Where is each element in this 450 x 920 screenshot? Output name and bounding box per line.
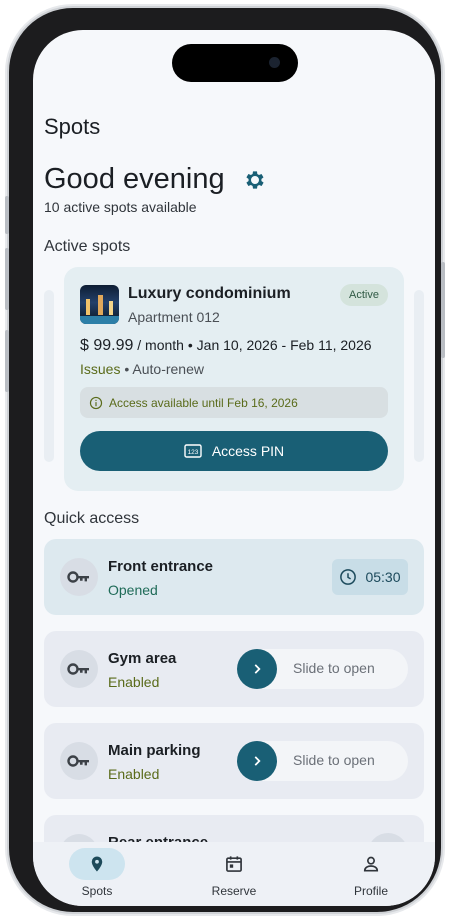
access-status: Enabled (108, 674, 160, 690)
greeting-row: Good evening (44, 163, 267, 196)
key-icon (60, 650, 98, 688)
side-button (5, 330, 9, 392)
spot-flags: Issues • Auto-renew (80, 361, 204, 377)
spot-unit: Apartment 012 (128, 309, 220, 325)
access-name: Front entrance (108, 558, 214, 575)
issues-link[interactable]: Issues (80, 361, 120, 377)
slide-to-open[interactable]: Slide to open (237, 741, 408, 781)
spot-name: Luxury condominium (128, 285, 291, 302)
dynamic-island (172, 44, 298, 82)
volume-up-button (5, 196, 9, 234)
quick-access-gym-area[interactable]: Gym area Enabled Slide to open (44, 631, 424, 707)
access-status: Enabled (108, 766, 160, 782)
greeting-text: Good evening (44, 163, 225, 195)
slide-to-open[interactable]: Slide to open (237, 649, 408, 689)
main-content: Spots Good evening 10 active spots avail… (33, 30, 435, 842)
page-title: Spots (44, 114, 101, 139)
slider-handle[interactable] (237, 741, 277, 781)
access-name: Main parking (108, 742, 201, 759)
chevron-right-icon (254, 664, 261, 674)
info-icon (89, 396, 103, 409)
key-icon (60, 834, 98, 842)
countdown-timer: 05:30 (332, 559, 408, 595)
action-button[interactable] (368, 833, 408, 842)
auto-renew-label: Auto-renew (132, 361, 204, 377)
nav-reserve[interactable]: Reserve (182, 842, 292, 906)
calendar-icon (206, 848, 262, 880)
active-count: 10 active spots available (44, 199, 197, 215)
quick-access-main-parking[interactable]: Main parking Enabled Slide to open (44, 723, 424, 799)
phone-frame: Spots Good evening 10 active spots avail… (9, 8, 441, 912)
pin-pad-icon: 123 (184, 444, 202, 458)
quick-access-front-entrance[interactable]: Front entrance Opened 05:30 (44, 539, 424, 615)
notice-text: Access available until Feb 16, 2026 (109, 395, 298, 410)
access-pin-button[interactable]: 123 Access PIN (80, 431, 388, 471)
access-name: Rear entrance (108, 834, 208, 842)
access-pin-label: Access PIN (211, 443, 285, 459)
slider-label: Slide to open (293, 660, 375, 676)
gear-icon[interactable] (243, 168, 267, 192)
access-notice: Access available until Feb 16, 2026 (80, 387, 388, 418)
chevron-right-icon (254, 756, 261, 766)
clock-icon (340, 569, 357, 585)
nav-profile[interactable]: Profile (319, 842, 429, 906)
nav-label: Spots (81, 884, 113, 898)
spot-card[interactable]: Luxury condominium Apartment 012 Active … (64, 267, 404, 491)
location-pin-icon (69, 848, 125, 880)
next-card-peek[interactable] (414, 290, 424, 462)
volume-down-button (5, 248, 9, 310)
section-quick-access: Quick access (44, 510, 140, 527)
status-badge: Active (340, 284, 388, 306)
access-name: Gym area (108, 650, 177, 667)
price-period: / month (137, 337, 184, 353)
quick-access-rear-entrance[interactable]: Rear entrance (44, 815, 424, 842)
timer-value: 05:30 (365, 569, 401, 585)
section-active-spots: Active spots (44, 238, 131, 255)
svg-text:123: 123 (187, 449, 198, 456)
nav-label: Reserve (211, 884, 257, 898)
power-button (441, 262, 445, 358)
screen: Spots Good evening 10 active spots avail… (33, 30, 435, 906)
nav-spots[interactable]: Spots (45, 842, 155, 906)
slider-label: Slide to open (293, 752, 375, 768)
access-status: Opened (108, 582, 158, 598)
key-icon (60, 558, 98, 596)
bottom-navigation: Spots Reserve Profile (33, 842, 435, 906)
nav-label: Profile (353, 884, 388, 898)
slider-handle[interactable] (237, 649, 277, 689)
key-icon (60, 742, 98, 780)
prev-card-peek[interactable] (44, 290, 54, 462)
date-range: Jan 10, 2026 - Feb 11, 2026 (196, 337, 372, 353)
property-thumbnail (80, 285, 119, 324)
price-row: $ 99.99 / month • Jan 10, 2026 - Feb 11,… (80, 337, 372, 354)
price: $ 99.99 (80, 337, 134, 354)
person-icon (343, 848, 399, 880)
